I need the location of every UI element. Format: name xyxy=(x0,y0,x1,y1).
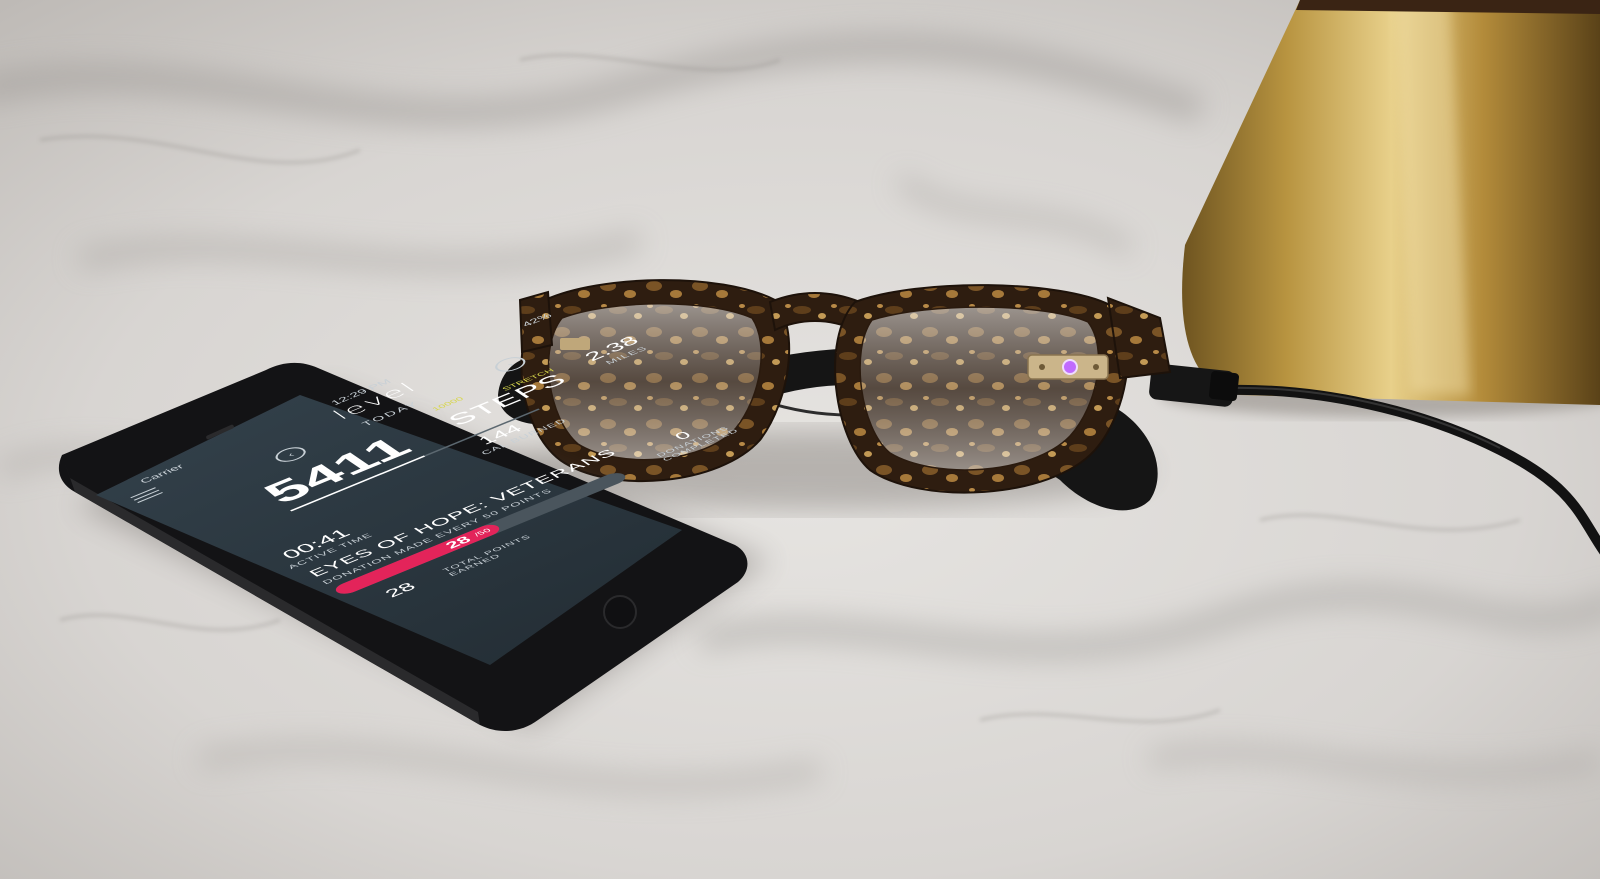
steps-value: 5411 xyxy=(252,430,422,510)
photo-scene: Carrier 12:29 PM 42% level ‹ TODAY › 100… xyxy=(0,0,1600,879)
home-button xyxy=(603,595,637,629)
total-points-value: 28 xyxy=(380,580,420,600)
points-progress-total: /50 xyxy=(472,527,494,538)
led-indicator xyxy=(1062,359,1078,375)
next-day-icon[interactable]: › xyxy=(489,354,531,375)
hamburger-menu-icon[interactable] xyxy=(130,487,164,503)
points-progress-value: 28 xyxy=(442,534,475,551)
